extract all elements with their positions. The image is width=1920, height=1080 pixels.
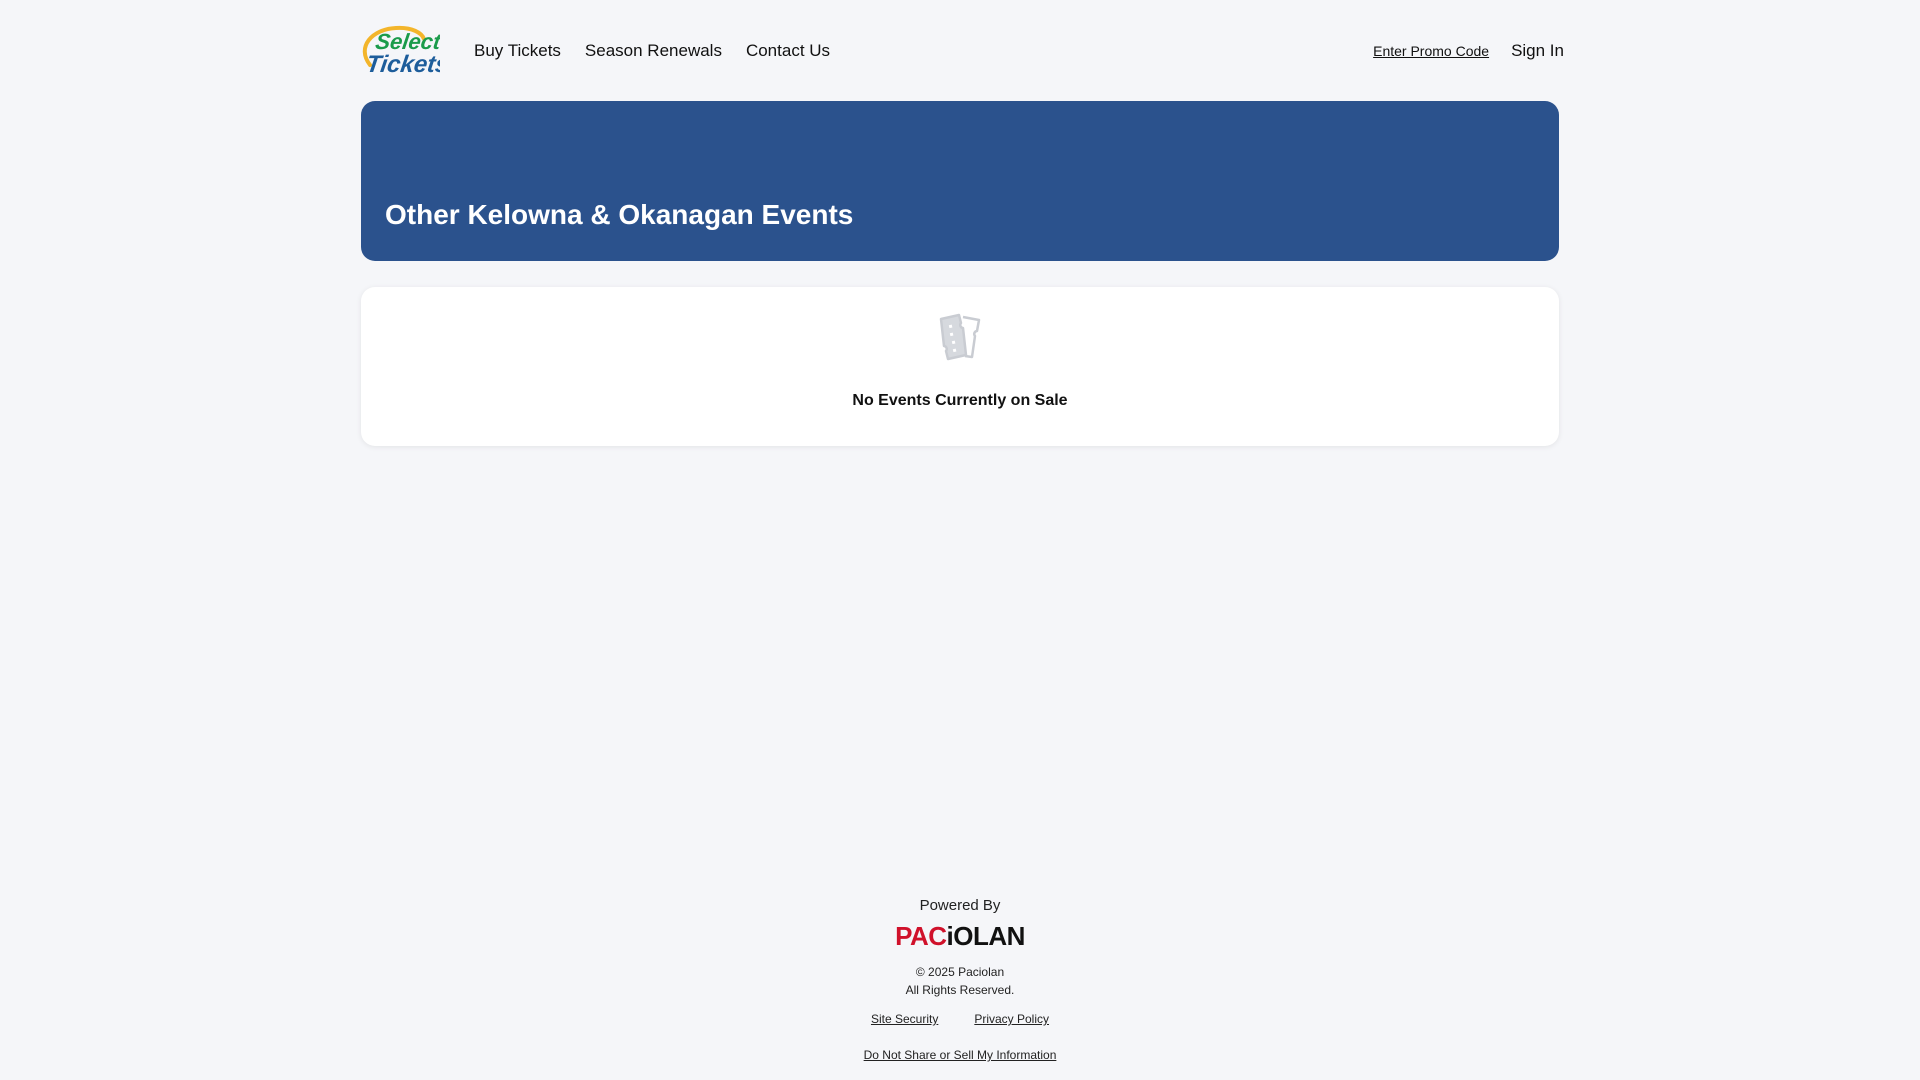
copyright-line: © 2025 Paciolan (915, 965, 1005, 979)
copyright: © 2025 Paciolan All Rights Reserved. (0, 963, 1920, 999)
site-security-link[interactable]: Site Security (871, 1012, 938, 1026)
page-banner: Other Kelowna & Okanagan Events (361, 101, 1559, 261)
svg-text:Tickets: Tickets (365, 51, 440, 77)
nav-buy-tickets[interactable]: Buy Tickets (474, 41, 561, 61)
no-events-message: No Events Currently on Sale (852, 392, 1068, 409)
ticket-icon (935, 311, 985, 361)
nav-contact-us[interactable]: Contact Us (746, 41, 830, 61)
header-actions: Enter Promo Code Sign In (1373, 41, 1564, 61)
select-tickets-logo-icon: Select Tickets (362, 25, 440, 77)
privacy-policy-link[interactable]: Privacy Policy (974, 1012, 1049, 1026)
events-panel: No Events Currently on Sale (361, 287, 1559, 446)
paciolan-logo[interactable]: PACiOLAN (890, 922, 1030, 950)
footer-links: Site Security Privacy Policy (0, 1012, 1920, 1026)
paciolan-logo-icon: PACiOLAN (895, 922, 1025, 950)
rights-line: All Rights Reserved. (905, 983, 1015, 997)
sign-in-button[interactable]: Sign In (1511, 41, 1564, 61)
footer: Powered By PACiOLAN © 2025 Paciolan All … (0, 897, 1920, 1064)
select-tickets-logo[interactable]: Select Tickets (360, 25, 440, 77)
do-not-sell-row: Do Not Share or Sell My Information (0, 1046, 1920, 1064)
svg-text:PACiOLAN: PACiOLAN (895, 922, 1025, 950)
nav-season-renewals[interactable]: Season Renewals (585, 41, 722, 61)
enter-promo-code-link[interactable]: Enter Promo Code (1373, 43, 1489, 59)
top-navigation: Select Tickets Buy Tickets Season Renewa… (360, 22, 1564, 80)
powered-by-label: Powered By (919, 897, 1001, 914)
page-title: Other Kelowna & Okanagan Events (385, 199, 854, 230)
do-not-sell-link[interactable]: Do Not Share or Sell My Information (864, 1048, 1057, 1062)
main-nav: Buy Tickets Season Renewals Contact Us (474, 41, 830, 61)
